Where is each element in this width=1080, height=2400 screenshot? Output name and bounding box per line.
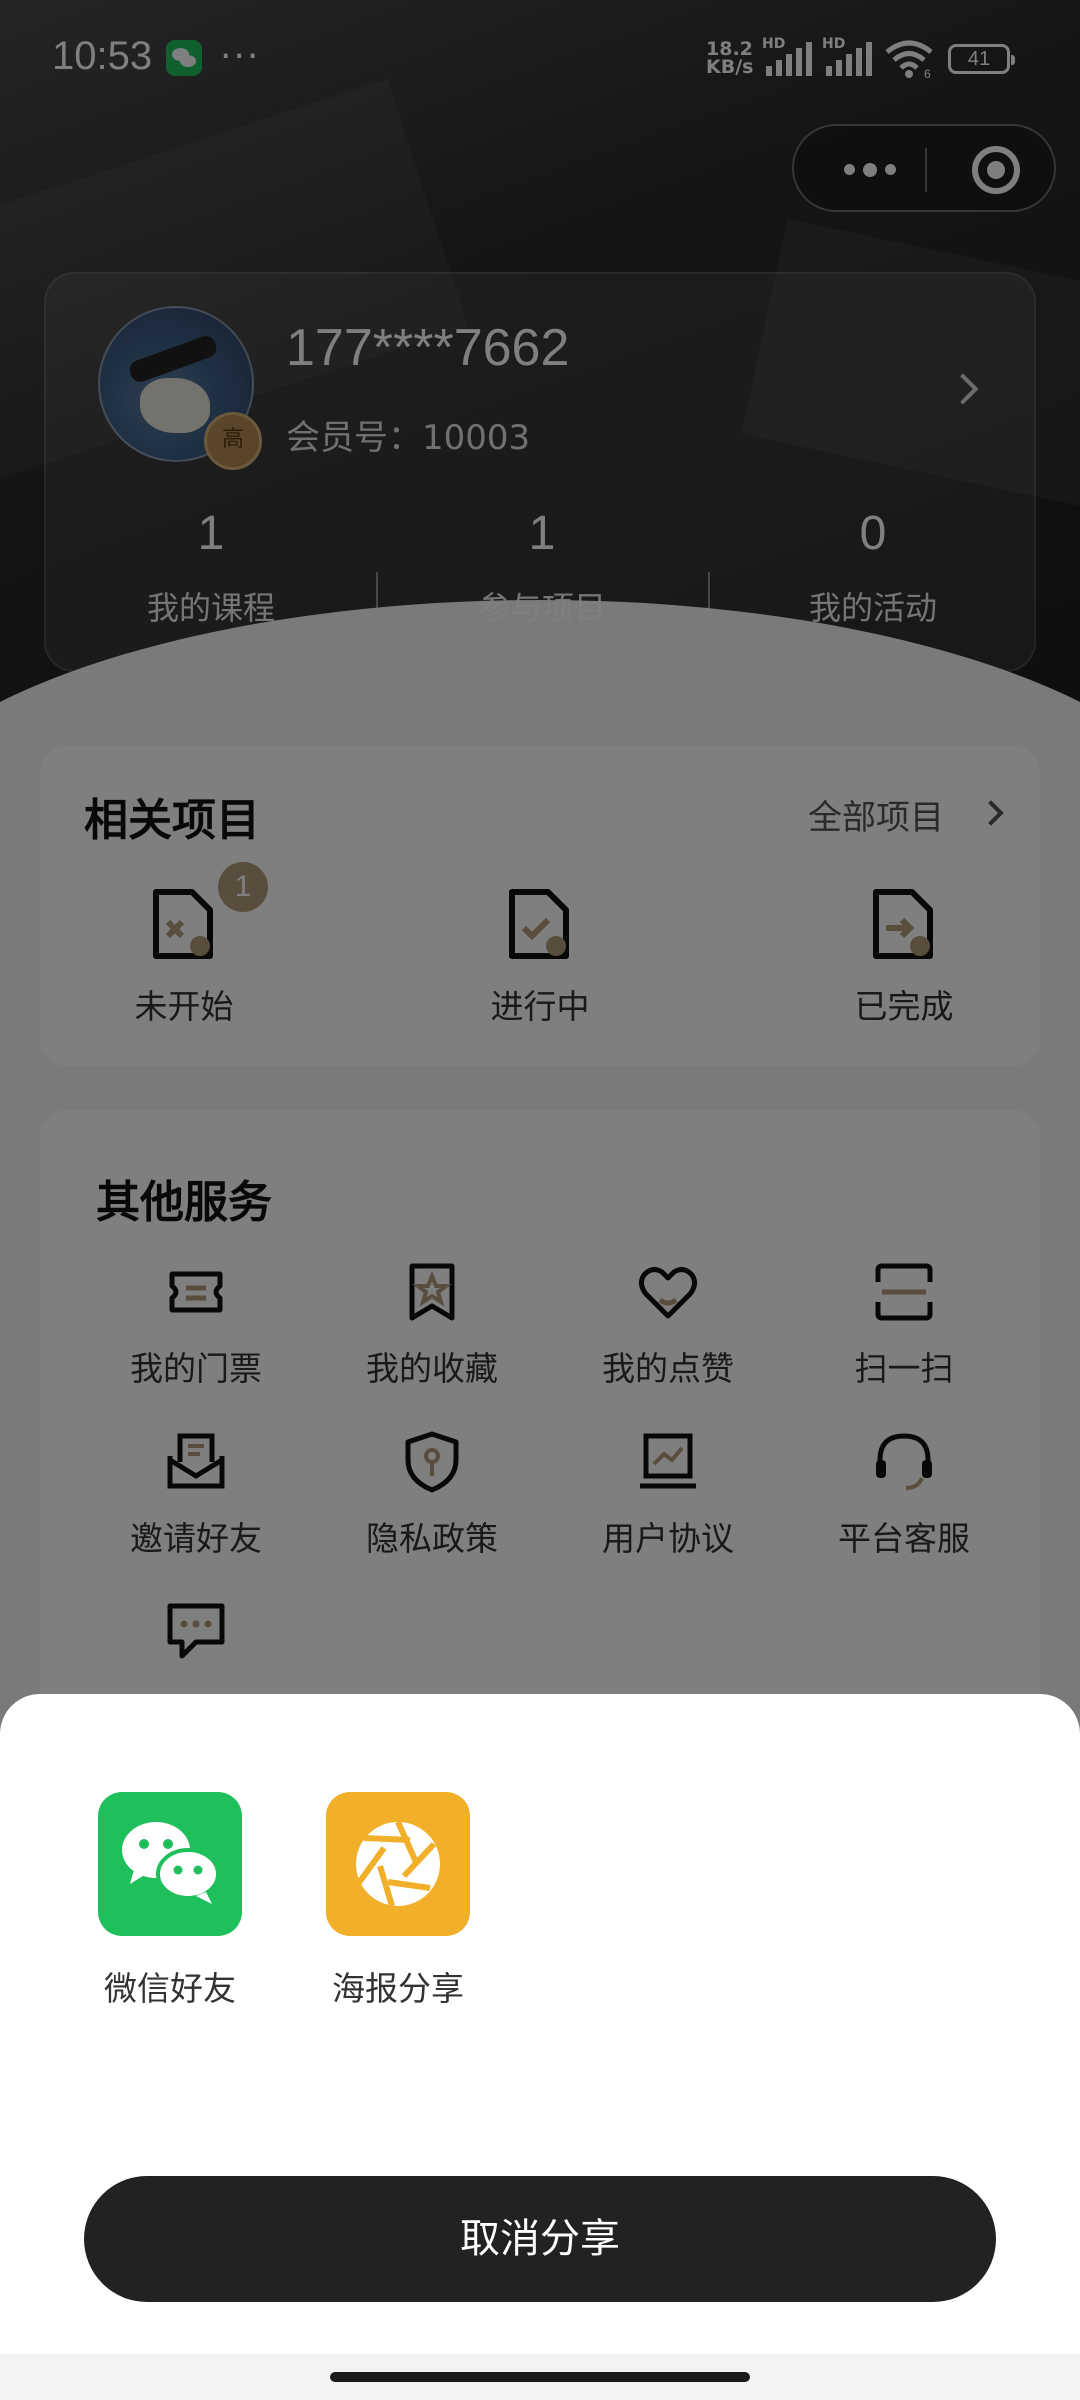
share-wechat-friend[interactable]: 微信好友 bbox=[80, 1792, 260, 2010]
aperture-icon bbox=[326, 1792, 470, 1936]
gesture-bar bbox=[0, 2354, 1080, 2400]
share-option-label: 微信好友 bbox=[104, 1969, 236, 2008]
share-option-label: 海报分享 bbox=[332, 1969, 464, 2008]
wechat-icon bbox=[98, 1792, 242, 1936]
cancel-share-button[interactable]: 取消分享 bbox=[84, 2176, 996, 2302]
home-indicator[interactable] bbox=[330, 2372, 750, 2382]
share-poster[interactable]: 海报分享 bbox=[308, 1792, 488, 2010]
share-sheet: 微信好友 海报分享 取消分享 bbox=[0, 1694, 1080, 2400]
